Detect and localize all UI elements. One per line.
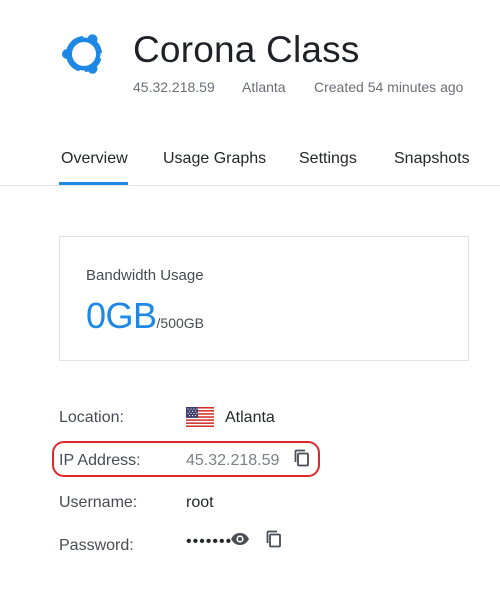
tab-usage-graphs[interactable]: Usage Graphs: [163, 149, 266, 169]
location-label: Location:: [59, 409, 124, 426]
ubuntu-logo-icon: [58, 28, 110, 80]
ip-address-label: IP Address:: [59, 452, 141, 469]
location-value: Atlanta: [225, 409, 275, 426]
bandwidth-value: 0GB/500GB: [86, 295, 204, 337]
copy-icon[interactable]: [264, 529, 284, 549]
meta-created: Created 54 minutes ago: [314, 79, 464, 95]
eye-icon[interactable]: [230, 529, 250, 549]
bandwidth-total: /500GB: [156, 315, 205, 331]
password-label: Password:: [59, 537, 134, 554]
bandwidth-used: 0GB: [86, 295, 157, 336]
us-flag-icon: [186, 407, 214, 427]
meta-ip: 45.32.218.59: [133, 79, 215, 95]
username-value: root: [186, 494, 214, 511]
username-label: Username:: [59, 494, 138, 511]
tab-overview[interactable]: Overview: [61, 149, 128, 169]
tab-bar: Overview Usage Graphs Settings Snapshots: [0, 137, 500, 186]
tab-settings[interactable]: Settings: [299, 149, 357, 169]
bandwidth-card: Bandwidth Usage 0GB/500GB: [59, 236, 469, 361]
bandwidth-label: Bandwidth Usage: [86, 267, 204, 284]
server-overview-page: Corona Class 45.32.218.59 Atlanta Create…: [0, 0, 500, 611]
meta-location: Atlanta: [242, 79, 286, 95]
active-tab-indicator: [59, 182, 128, 185]
copy-icon[interactable]: [292, 448, 312, 468]
server-title: Corona Class: [133, 29, 360, 70]
password-value: •••••••: [186, 533, 233, 550]
ip-address-value: 45.32.218.59: [186, 452, 280, 469]
tab-snapshots[interactable]: Snapshots: [394, 149, 470, 169]
